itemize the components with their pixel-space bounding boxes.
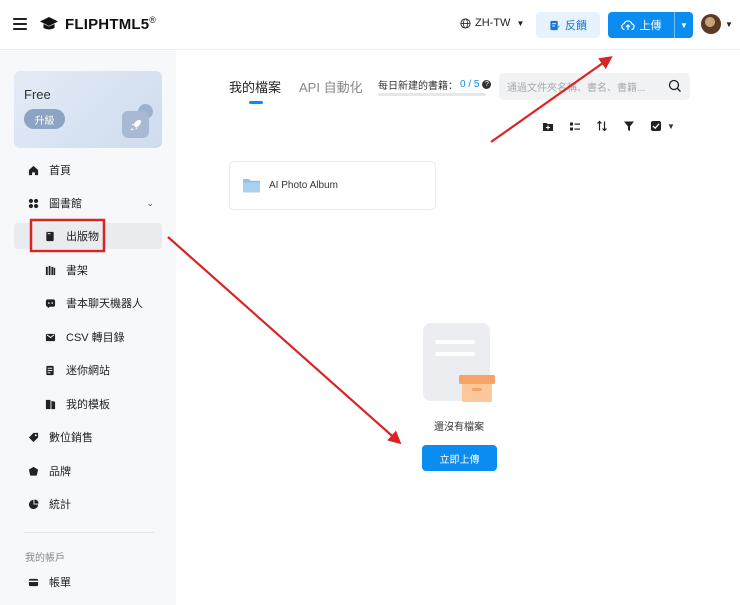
language-label: ZH-TW xyxy=(475,17,511,29)
sidebar-item-templates[interactable]: 我的模板 xyxy=(0,391,176,417)
sidebar-item-home[interactable]: 首頁 xyxy=(0,157,176,183)
upgrade-button[interactable]: 升級 xyxy=(24,109,65,129)
tag-icon xyxy=(27,431,39,443)
sidebar-divider xyxy=(24,532,154,533)
upload-dropdown-toggle[interactable]: ▼ xyxy=(675,21,693,30)
chevron-down-icon[interactable]: ⌄ xyxy=(146,198,154,209)
view-list-icon[interactable] xyxy=(568,119,582,133)
folder-card[interactable]: AI Photo Album xyxy=(229,161,436,210)
library-icon xyxy=(27,197,39,209)
annotation-arrow xyxy=(167,236,402,445)
chevron-down-icon[interactable]: ▼ xyxy=(725,20,733,29)
bookshelf-icon xyxy=(44,264,56,276)
search-input[interactable]: 通過文件夾名稱、書名、書籍... xyxy=(499,73,690,100)
sidebar-section-account: 我的帳戶 xyxy=(25,553,65,564)
search-icon[interactable] xyxy=(668,79,682,93)
sidebar-item-stats[interactable]: 統計 xyxy=(0,491,176,517)
upload-main-button[interactable]: 上傳 xyxy=(608,12,674,38)
new-folder-icon[interactable] xyxy=(541,119,555,133)
stats-icon xyxy=(27,498,39,510)
empty-state-illustration xyxy=(421,323,497,403)
graduation-cap-icon xyxy=(40,17,58,30)
rocket-icon xyxy=(122,111,149,138)
sidebar-item-library[interactable]: 圖書館 ⌄ xyxy=(0,190,176,216)
upload-now-button[interactable]: 立即上傳 xyxy=(422,445,497,471)
top-bar: FLIPHTML5® ZH-TW ▼ 反饋 上傳 ▼ ▼ xyxy=(0,0,740,50)
quota-progress-bar xyxy=(378,93,486,96)
menu-icon[interactable] xyxy=(13,18,27,30)
sidebar-item-minisite[interactable]: 迷你網站 xyxy=(0,357,176,383)
brand-name: FLIPHTML5® xyxy=(65,15,157,33)
language-selector[interactable]: ZH-TW ▼ xyxy=(460,17,524,29)
feedback-icon xyxy=(550,20,560,30)
chevron-down-icon: ▼ xyxy=(680,20,688,30)
billing-icon xyxy=(27,576,39,588)
daily-quota: 每日新建的書籍： 0 / 5 ? xyxy=(378,77,492,92)
home-icon xyxy=(27,164,39,176)
plan-card: Free 升級 xyxy=(14,71,162,148)
sidebar-item-billing[interactable]: 帳單 xyxy=(0,569,176,595)
chevron-down-icon[interactable]: ▼ xyxy=(667,122,675,131)
folder-name: AI Photo Album xyxy=(269,180,338,191)
book-icon xyxy=(44,230,56,242)
csv-icon xyxy=(44,331,56,343)
quota-value: 0 / 5 xyxy=(460,79,480,90)
empty-state-message: 還沒有檔案 xyxy=(434,422,484,433)
feedback-button[interactable]: 反饋 xyxy=(536,12,600,38)
file-toolbar: ▼ xyxy=(541,119,675,133)
sidebar-item-bookshelf[interactable]: 書架 xyxy=(0,257,176,283)
upload-button[interactable]: 上傳 ▼ xyxy=(608,12,693,38)
tabs: 我的檔案 API 自動化 xyxy=(229,77,381,104)
template-icon xyxy=(44,398,56,410)
chatbot-icon xyxy=(44,297,56,309)
tab-api-automation[interactable]: API 自動化 xyxy=(299,77,363,102)
filter-icon[interactable] xyxy=(622,119,636,133)
logo[interactable]: FLIPHTML5® xyxy=(39,15,156,33)
minisite-icon xyxy=(44,364,56,376)
cloud-upload-icon xyxy=(620,19,635,30)
sort-icon[interactable] xyxy=(595,119,609,133)
sidebar-item-publications[interactable]: 出版物 xyxy=(14,223,162,249)
sidebar-item-chatbot[interactable]: 書本聊天機器人 xyxy=(0,290,176,316)
sidebar-item-brand[interactable]: 品牌 xyxy=(0,458,176,484)
globe-icon xyxy=(460,17,471,29)
help-icon[interactable]: ? xyxy=(482,80,492,89)
folder-icon xyxy=(242,178,261,193)
brand-icon xyxy=(27,465,39,477)
sidebar-item-digital-sales[interactable]: 數位銷售 xyxy=(0,424,176,450)
chevron-down-icon: ▼ xyxy=(516,18,525,28)
avatar[interactable] xyxy=(701,14,721,34)
select-checkbox-icon[interactable] xyxy=(649,119,663,133)
tab-my-files[interactable]: 我的檔案 xyxy=(229,77,281,104)
sidebar-item-csv[interactable]: CSV 轉目錄 xyxy=(0,324,176,350)
plan-name: Free xyxy=(24,87,51,102)
